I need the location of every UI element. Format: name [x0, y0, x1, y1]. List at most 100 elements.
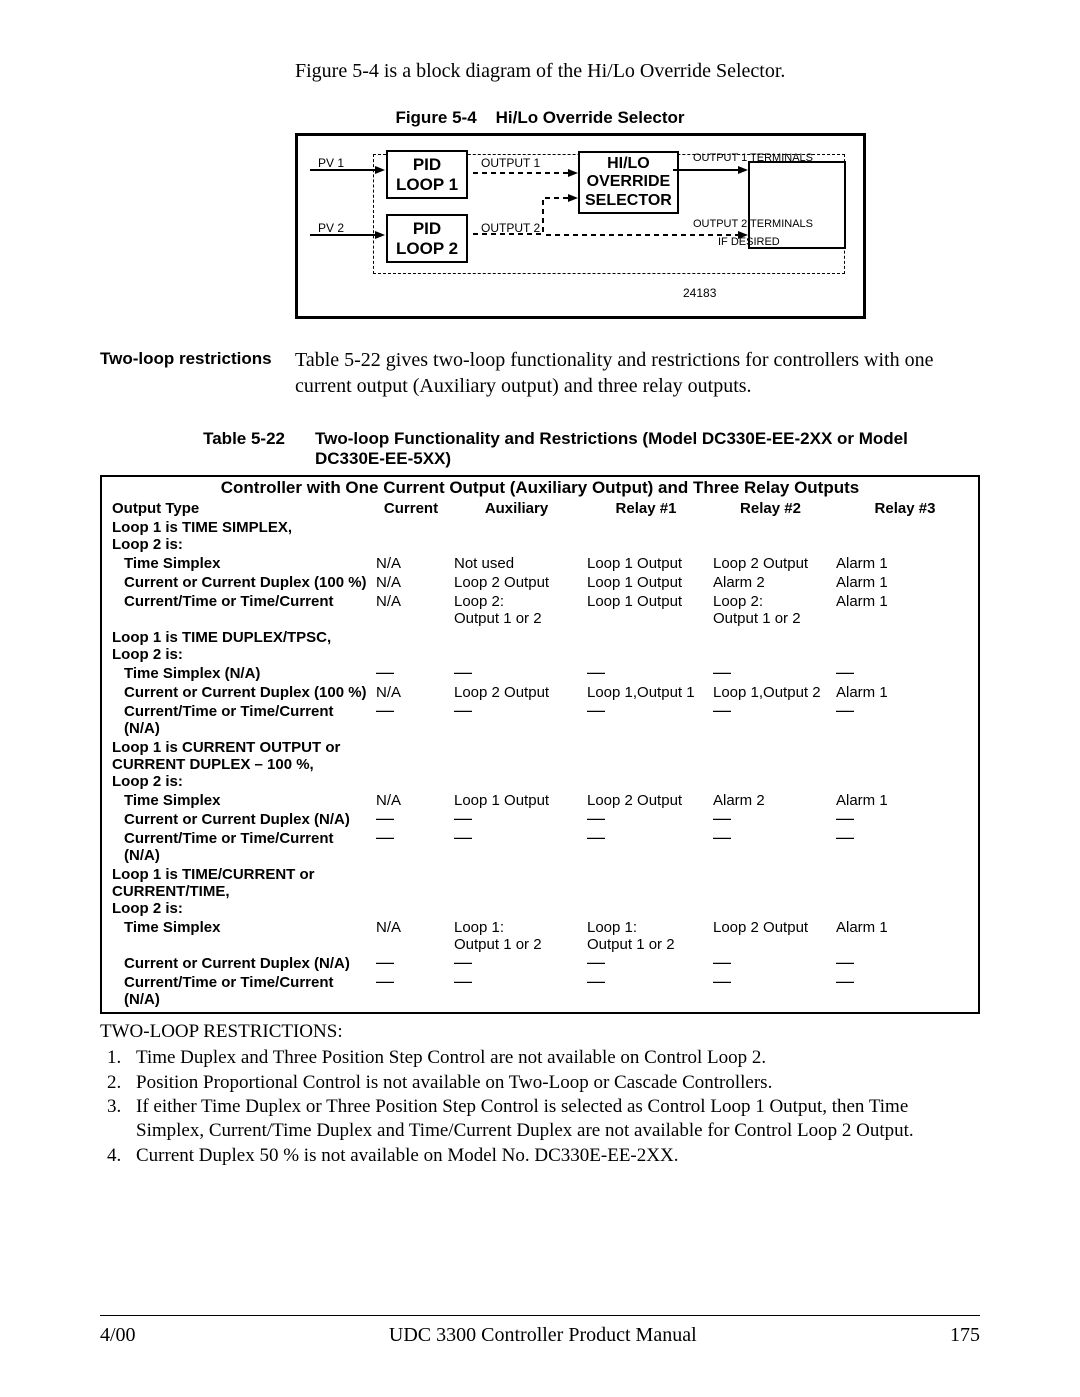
- col-h4: Relay #2: [709, 499, 832, 518]
- footer-left: 4/00: [100, 1324, 136, 1347]
- g3r3-c4: —: [709, 829, 832, 865]
- footer-center: UDC 3300 Controller Product Manual: [389, 1324, 697, 1347]
- g1r3-c3: Loop 1 Output: [583, 592, 709, 628]
- g1r2-c5: Alarm 1: [832, 573, 978, 592]
- label-output1: OUTPUT 1: [481, 156, 540, 170]
- footer-right: 175: [950, 1324, 980, 1347]
- g1r2-c1: N/A: [372, 573, 450, 592]
- g1r1-c0: Time Simplex: [102, 554, 372, 573]
- restr-4: Current Duplex 50 % is not available on …: [126, 1144, 980, 1168]
- g4a: Loop 1 is TIME/CURRENT or: [112, 866, 315, 883]
- figure-number: 24183: [683, 286, 716, 300]
- g1r2-c0: Current or Current Duplex (100 %): [102, 573, 372, 592]
- g4r1-c0: Time Simplex: [102, 918, 372, 954]
- g4r3-c5: —: [832, 973, 978, 1012]
- g1r3-c1: N/A: [372, 592, 450, 628]
- g2r3-c0: Current/Time or Time/Current (N/A): [102, 702, 372, 738]
- g2r1-c4: —: [709, 664, 832, 683]
- table-container: Controller with One Current Output (Auxi…: [100, 475, 980, 1014]
- intro-text: Figure 5-4 is a block diagram of the Hi/…: [295, 60, 980, 83]
- g3-head: Loop 1 is CURRENT OUTPUT or CURRENT DUPL…: [102, 738, 372, 791]
- hilo-box: HI/LO OVERRIDE SELECTOR: [578, 151, 679, 214]
- g2r3-c3: —: [583, 702, 709, 738]
- g3r2-c0: Current or Current Duplex (N/A): [102, 810, 372, 829]
- col-h5: Relay #3: [832, 499, 978, 518]
- g1r3-c2: Loop 2:Output 1 or 2: [450, 592, 583, 628]
- g1r1-c1: N/A: [372, 554, 450, 573]
- g2-head: Loop 1 is TIME DUPLEX/TPSC,Loop 2 is:: [102, 628, 372, 664]
- g4r3-c0: Current/Time or Time/Current (N/A): [102, 973, 372, 1012]
- g4c: Loop 2 is:: [112, 900, 183, 917]
- g3b: CURRENT DUPLEX – 100 %,: [112, 756, 314, 773]
- g4b: CURRENT/TIME,: [112, 883, 230, 900]
- restr-1: Time Duplex and Three Position Step Cont…: [126, 1046, 980, 1070]
- g3c: Loop 2 is:: [112, 773, 183, 790]
- g2r1-c3: —: [583, 664, 709, 683]
- g4r3-c3: —: [583, 973, 709, 1012]
- pid1-l1: PID: [413, 155, 441, 174]
- g1r2-c3: Loop 1 Output: [583, 573, 709, 592]
- g3r3-c2: —: [450, 829, 583, 865]
- restrictions-head: TWO-LOOP RESTRICTIONS:: [100, 1021, 343, 1042]
- g1r2-c4: Alarm 2: [709, 573, 832, 592]
- g1r2-c2: Loop 2 Output: [450, 573, 583, 592]
- table-caption: Table 5-22 Two-loop Functionality and Re…: [100, 429, 980, 469]
- figure-title: Hi/Lo Override Selector: [496, 108, 685, 127]
- g4r1-c4: Loop 2 Output: [709, 918, 832, 954]
- side-body-twoloop: Table 5-22 gives two-loop functionality …: [295, 347, 980, 399]
- g4r1-c5: Alarm 1: [832, 918, 978, 954]
- pid-loop1-box: PID LOOP 1: [386, 150, 468, 199]
- g2r3-c1: —: [372, 702, 450, 738]
- pid2-l2: LOOP 2: [396, 239, 458, 258]
- g2r1-c5: —: [832, 664, 978, 683]
- g2r1-c1: —: [372, 664, 450, 683]
- g3r3-c1: —: [372, 829, 450, 865]
- g1r3-c0: Current/Time or Time/Current: [102, 592, 372, 628]
- g2r1-c2: —: [450, 664, 583, 683]
- g3a: Loop 1 is CURRENT OUTPUT or: [112, 739, 340, 756]
- g3r3-c5: —: [832, 829, 978, 865]
- table-label: Table 5-22: [110, 429, 285, 469]
- col-h2: Auxiliary: [450, 499, 583, 518]
- g3r3-c3: —: [583, 829, 709, 865]
- g2r2-c0: Current or Current Duplex (100 %): [102, 683, 372, 702]
- col-h3: Relay #1: [583, 499, 709, 518]
- g1r1-c4: Loop 2 Output: [709, 554, 832, 573]
- g3r3-c0: Current/Time or Time/Current (N/A): [102, 829, 372, 865]
- hilo-l3: SELECTOR: [585, 192, 672, 209]
- g1r1-c5: Alarm 1: [832, 554, 978, 573]
- g2r3-c4: —: [709, 702, 832, 738]
- hilo-l1: HI/LO: [607, 155, 650, 172]
- g2r3-c5: —: [832, 702, 978, 738]
- table-caption-text: Two-loop Functionality and Restrictions …: [315, 429, 970, 469]
- g4r3-c2: —: [450, 973, 583, 1012]
- g1r1-c2: Not used: [450, 554, 583, 573]
- main-table: Controller with One Current Output (Auxi…: [102, 477, 978, 1012]
- col-h1: Current: [372, 499, 450, 518]
- g4r2-c0: Current or Current Duplex (N/A): [102, 954, 372, 973]
- restrictions-block: TWO-LOOP RESTRICTIONS: Time Duplex and T…: [100, 1020, 980, 1168]
- page-footer: 4/00 UDC 3300 Controller Product Manual …: [100, 1315, 980, 1347]
- g4r3-c1: —: [372, 973, 450, 1012]
- g4r1-c2: Loop 1:Output 1 or 2: [450, 918, 583, 954]
- figure-caption: Figure 5-4 Hi/Lo Override Selector: [100, 108, 980, 128]
- g4r1-c1: N/A: [372, 918, 450, 954]
- g3r1-c0: Time Simplex: [102, 791, 372, 810]
- g2r3-c2: —: [450, 702, 583, 738]
- col-h0: Output Type: [102, 499, 372, 518]
- g1-head: Loop 1 is TIME SIMPLEX,Loop 2 is:: [102, 518, 372, 554]
- pid2-l1: PID: [413, 219, 441, 238]
- g2r1-c0: Time Simplex (N/A): [102, 664, 372, 683]
- restr-3: If either Time Duplex or Three Position …: [126, 1095, 980, 1143]
- g1r3-c4: Loop 2:Output 1 or 2: [709, 592, 832, 628]
- restr-2: Position Proportional Control is not ava…: [126, 1071, 980, 1095]
- g1r1-c3: Loop 1 Output: [583, 554, 709, 573]
- side-heading-twoloop: Two-loop restrictions: [100, 347, 295, 399]
- g4-head: Loop 1 is TIME/CURRENT or CURRENT/TIME, …: [102, 865, 372, 918]
- g4r3-c4: —: [709, 973, 832, 1012]
- pid1-l2: LOOP 1: [396, 175, 458, 194]
- g4r1-c3: Loop 1:Output 1 or 2: [583, 918, 709, 954]
- table-title: Controller with One Current Output (Auxi…: [102, 477, 978, 499]
- pid-loop2-box: PID LOOP 2: [386, 214, 468, 263]
- figure-label: Figure 5-4: [395, 108, 476, 127]
